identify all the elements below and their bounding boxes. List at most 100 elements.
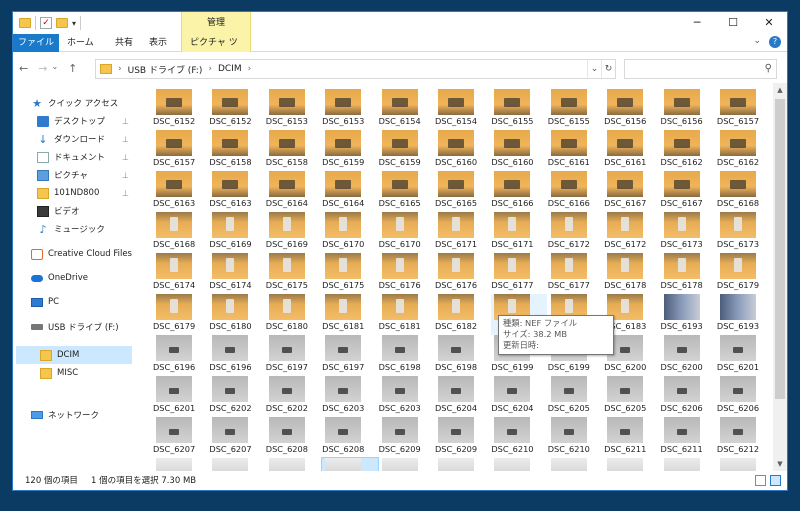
sidebar-item-creative-cloud[interactable]: Creative Cloud Files xyxy=(31,245,137,263)
file-item[interactable]: DSC_6198 xyxy=(435,335,491,376)
file-item[interactable]: DSC_6211 xyxy=(604,417,660,458)
file-item[interactable]: DSC_6204 xyxy=(491,376,547,417)
sidebar-item-music[interactable]: ♪ ミュージック xyxy=(37,220,133,238)
file-item[interactable]: DSC_6169 xyxy=(266,212,322,253)
pin-icon[interactable]: ⊥ xyxy=(122,171,129,180)
file-item[interactable]: DSC_6160 xyxy=(491,130,547,171)
search-input[interactable] xyxy=(629,60,759,78)
breadcrumb-dcim[interactable]: DCIM xyxy=(218,64,242,74)
file-item[interactable]: DSC_6180 xyxy=(266,294,322,335)
folder-icon[interactable] xyxy=(19,18,31,28)
file-item[interactable]: DSC_6210 xyxy=(491,417,547,458)
sidebar-item-101nd800[interactable]: 101ND800 ⊥ xyxy=(37,184,133,202)
pin-icon[interactable]: ⊥ xyxy=(122,117,129,126)
file-item[interactable]: DSC_6175 xyxy=(266,253,322,294)
tab-picture-tools[interactable]: ピクチャ ツール xyxy=(181,34,251,66)
file-item[interactable]: DSC_6209 xyxy=(435,417,491,458)
sidebar-item-desktop[interactable]: デスクトップ ⊥ xyxy=(37,112,133,130)
file-item[interactable]: DSC_6201 xyxy=(717,335,773,376)
file-item[interactable]: DSC_6202 xyxy=(209,376,265,417)
file-item[interactable]: DSC_6181 xyxy=(322,294,378,335)
pin-icon[interactable]: ⊥ xyxy=(122,135,129,144)
file-item[interactable]: DSC_6153 xyxy=(266,89,322,130)
file-item[interactable]: DSC_6206 xyxy=(661,376,717,417)
file-item[interactable]: DSC_6156 xyxy=(661,89,717,130)
large-icons-view-icon[interactable] xyxy=(770,475,781,486)
file-item[interactable]: DSC_6155 xyxy=(491,89,547,130)
help-icon[interactable]: ? xyxy=(769,36,781,48)
file-item[interactable]: DSC_6210 xyxy=(548,417,604,458)
file-item[interactable]: DSC_6174 xyxy=(153,253,209,294)
file-item[interactable]: DSC_6168 xyxy=(717,171,773,212)
file-item[interactable]: DSC_6158 xyxy=(209,130,265,171)
file-item[interactable]: DSC_6157 xyxy=(153,130,209,171)
file-item[interactable] xyxy=(321,457,380,471)
file-item[interactable]: DSC_6196 xyxy=(209,335,265,376)
file-item[interactable]: DSC_6180 xyxy=(209,294,265,335)
file-item[interactable]: DSC_6206 xyxy=(717,376,773,417)
file-item[interactable]: DSC_6201 xyxy=(153,376,209,417)
sidebar-item-quick-access[interactable]: ★ クイック アクセス xyxy=(31,94,133,112)
breadcrumb-separator[interactable]: › xyxy=(118,64,122,74)
file-item[interactable]: DSC_6178 xyxy=(604,253,660,294)
file-item[interactable] xyxy=(604,458,660,471)
vertical-scrollbar[interactable]: ▲ ▼ xyxy=(773,83,787,471)
details-view-icon[interactable] xyxy=(755,475,766,486)
file-item[interactable]: DSC_6198 xyxy=(379,335,435,376)
sidebar-item-dcim[interactable]: DCIM xyxy=(16,346,132,364)
file-item[interactable]: DSC_6165 xyxy=(435,171,491,212)
breadcrumb-usb-drive[interactable]: USB ドライブ (F:) xyxy=(128,63,203,76)
file-item[interactable]: DSC_6197 xyxy=(266,335,322,376)
file-item[interactable]: DSC_6169 xyxy=(209,212,265,253)
address-bar[interactable]: › USB ドライブ (F:) › DCIM › ⌄ ↻ xyxy=(95,59,616,79)
search-icon[interactable]: ⚲ xyxy=(765,63,772,74)
tab-view[interactable]: 表示 xyxy=(141,34,175,52)
file-item[interactable]: DSC_6178 xyxy=(661,253,717,294)
file-item[interactable]: DSC_6163 xyxy=(209,171,265,212)
file-item[interactable] xyxy=(548,458,604,471)
file-item[interactable]: DSC_6193 xyxy=(661,294,717,335)
file-item[interactable]: DSC_6172 xyxy=(604,212,660,253)
file-item[interactable] xyxy=(717,458,773,471)
file-list-view[interactable]: DSC_6152 DSC_6152 DSC_6153 DSC_6153 DSC_6154… xyxy=(137,83,773,471)
file-item[interactable]: DSC_6159 xyxy=(379,130,435,171)
file-item[interactable]: DSC_6205 xyxy=(548,376,604,417)
file-item[interactable]: DSC_6164 xyxy=(266,171,322,212)
scrollbar-thumb[interactable] xyxy=(775,99,785,399)
back-button[interactable]: ← xyxy=(19,62,28,75)
file-item[interactable]: DSC_6163 xyxy=(153,171,209,212)
file-item[interactable]: DSC_6162 xyxy=(661,130,717,171)
pin-icon[interactable]: ⊥ xyxy=(122,189,129,198)
file-item[interactable] xyxy=(491,458,547,471)
file-item[interactable]: DSC_6181 xyxy=(379,294,435,335)
file-item[interactable]: DSC_6173 xyxy=(717,212,773,253)
file-item[interactable]: DSC_6164 xyxy=(322,171,378,212)
file-item[interactable]: DSC_6153 xyxy=(322,89,378,130)
forward-button[interactable]: → xyxy=(38,62,47,75)
pin-icon[interactable]: ⊥ xyxy=(122,153,129,162)
file-item[interactable]: DSC_6211 xyxy=(661,417,717,458)
customize-toolbar-icon[interactable]: ▾ xyxy=(72,19,76,28)
file-item[interactable] xyxy=(153,458,209,471)
sidebar-item-pc[interactable]: PC xyxy=(31,293,133,311)
file-item[interactable]: DSC_6170 xyxy=(322,212,378,253)
breadcrumb-separator[interactable]: › xyxy=(248,64,252,74)
file-item[interactable]: DSC_6160 xyxy=(435,130,491,171)
file-item[interactable] xyxy=(661,458,717,471)
manage-context-tab[interactable]: 管理 xyxy=(181,12,251,34)
file-item[interactable]: DSC_6166 xyxy=(548,171,604,212)
tab-file[interactable]: ファイル xyxy=(13,34,59,52)
file-item[interactable]: DSC_6179 xyxy=(153,294,209,335)
new-folder-icon[interactable] xyxy=(56,18,68,28)
properties-icon[interactable]: ✓ xyxy=(40,17,52,29)
sidebar-item-network[interactable]: ネットワーク xyxy=(31,406,133,424)
file-item[interactable]: DSC_6166 xyxy=(491,171,547,212)
file-item[interactable] xyxy=(435,458,491,471)
up-button[interactable]: ↑ xyxy=(68,62,77,75)
file-item[interactable]: DSC_6176 xyxy=(435,253,491,294)
file-item[interactable]: DSC_6204 xyxy=(435,376,491,417)
address-dropdown-button[interactable]: ⌄ xyxy=(587,60,601,78)
file-item[interactable]: DSC_6175 xyxy=(322,253,378,294)
file-item[interactable]: DSC_6179 xyxy=(717,253,773,294)
close-button[interactable]: ✕ xyxy=(751,12,787,34)
